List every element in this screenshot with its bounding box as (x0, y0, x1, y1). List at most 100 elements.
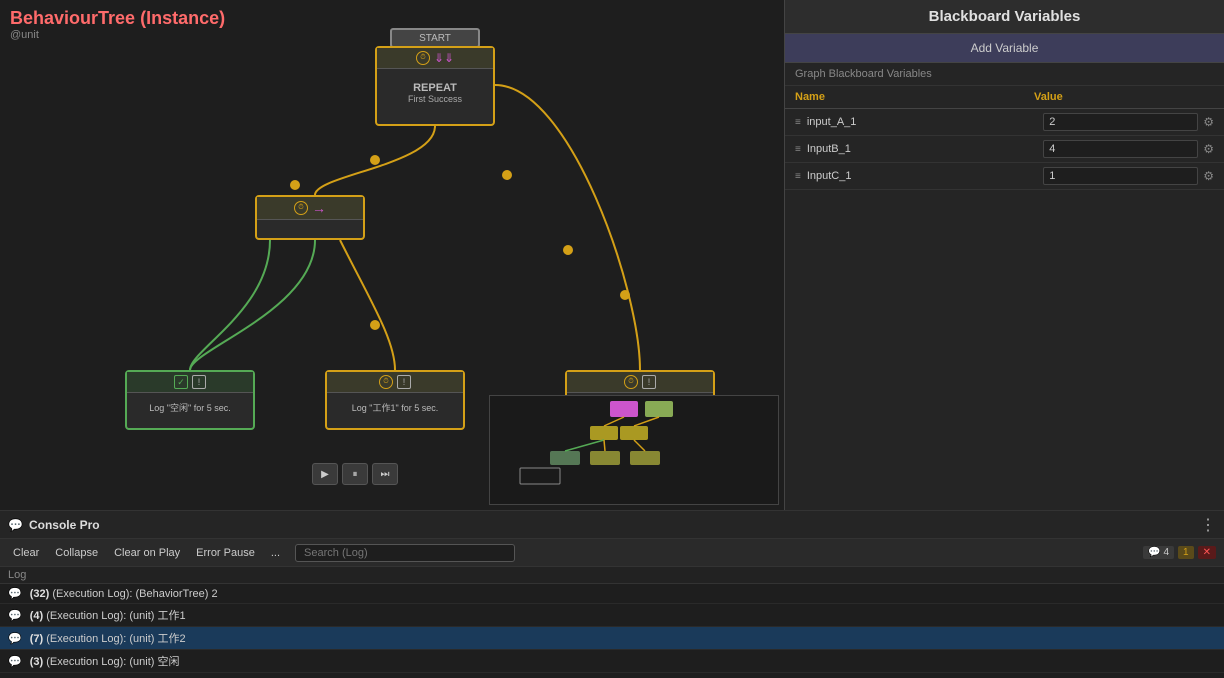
clock-icon-4: ⏱ (624, 375, 638, 389)
bb-title: Blackboard Variables (785, 0, 1224, 34)
node-repeat-body: REPEAT First Success (377, 69, 493, 117)
blackboard-panel: Blackboard Variables Add Variable Graph … (784, 0, 1224, 510)
title-subtitle: @unit (10, 29, 225, 41)
minimap[interactable] (489, 395, 779, 505)
console-row-count-0: (32) (30, 588, 50, 600)
title-main: BehaviourTree (10, 8, 135, 28)
console-search-input[interactable] (295, 544, 515, 562)
pause-button[interactable]: ⏸ (342, 463, 368, 485)
console-title: Console Pro (29, 518, 100, 532)
node-log2[interactable]: ⏱ ! Log "工作1" for 5 sec. (325, 370, 465, 430)
console-row-count-2: (7) (30, 633, 43, 645)
console-row-text-3: (3) (Execution Log): (unit) 空闲 (30, 653, 1216, 669)
console-row-count-1: (4) (30, 610, 43, 622)
bb-name-header: Name (795, 91, 1034, 103)
node-start-label: START (419, 33, 451, 44)
bb-gear-icon-0[interactable]: ⚙ (1203, 115, 1214, 129)
exclaim-icon: ! (192, 375, 206, 389)
console-row-msg-2: (Execution Log): (unit) 工作2 (46, 633, 185, 645)
console-badges: 💬 4 1 ✕ (1143, 546, 1216, 559)
console-row-0: 💬 (32) (Execution Log): (BehaviorTree) 2 (0, 584, 1224, 604)
exclaim-icon-2: ! (397, 375, 411, 389)
node-start[interactable]: START (390, 28, 480, 48)
clock-icon-3: ⏱ (379, 375, 393, 389)
node-repeat-sublabel: First Success (408, 94, 462, 104)
bb-var-value-2[interactable] (1043, 167, 1198, 185)
console-row-3: 💬 (3) (Execution Log): (unit) 空闲 (0, 650, 1224, 673)
bb-row-icon-1: ≡ (795, 144, 801, 155)
console-row-msg-0: (Execution Log): (BehaviorTree) 2 (52, 588, 217, 600)
node-log2-body: Log "工作1" for 5 sec. (327, 393, 463, 421)
console-log-header: Log (0, 567, 1224, 584)
exclaim-icon-3: ! (642, 375, 656, 389)
step-button[interactable]: ⏭ (372, 463, 398, 485)
node-repeat-header: ⏱ ⇓⇓ (377, 48, 493, 69)
console-menu-button[interactable]: ⋮ (1200, 515, 1216, 535)
node-repeat-label: REPEAT (413, 82, 457, 94)
bb-var-value-0[interactable] (1043, 113, 1198, 131)
error-pause-button[interactable]: Error Pause (191, 545, 260, 561)
clear-button[interactable]: Clear (8, 545, 44, 561)
node-log1[interactable]: ✓ ! Log "空闲" for 5 sec. (125, 370, 255, 430)
node-sequence-header: ⏱ → (257, 197, 363, 220)
console-row-2: 💬 (7) (Execution Log): (unit) 工作2 (0, 627, 1224, 650)
bb-table-header: Name Value (785, 86, 1224, 109)
bb-row-0: ≡ input_A_1 ⚙ (785, 109, 1224, 136)
console-row-icon-3: 💬 (8, 655, 22, 668)
console-icon: 💬 (8, 518, 23, 532)
node-repeat[interactable]: ⏱ ⇓⇓ REPEAT First Success (375, 46, 495, 126)
console-row-icon-0: 💬 (8, 587, 22, 600)
badge-msg: 💬 4 (1143, 546, 1174, 559)
console-row-text-0: (32) (Execution Log): (BehaviorTree) 2 (30, 588, 1216, 600)
console-rows: 💬 (32) (Execution Log): (BehaviorTree) 2… (0, 584, 1224, 678)
badge-msg-count: 4 (1163, 547, 1169, 558)
check-icon: ✓ (174, 375, 188, 389)
bb-var-value-1[interactable] (1043, 140, 1198, 158)
badge-error: ✕ (1198, 546, 1216, 559)
bb-var-name-0: input_A_1 (807, 116, 1043, 128)
add-variable-button[interactable]: Add Variable (785, 34, 1224, 63)
play-button[interactable]: ▶ (312, 463, 338, 485)
console-titlebar: 💬 Console Pro ⋮ (0, 511, 1224, 539)
collapse-button[interactable]: Collapse (50, 545, 103, 561)
clock-icon: ⏱ (416, 51, 430, 65)
bb-var-name-1: InputB_1 (807, 143, 1043, 155)
console-area: 💬 Console Pro ⋮ Clear Collapse Clear on … (0, 510, 1224, 678)
graph-title: BehaviourTree (Instance) (10, 8, 225, 29)
bb-row-icon-2: ≡ (795, 171, 801, 182)
node-log1-label: Log "空闲" for 5 sec. (149, 401, 230, 414)
console-row-count-3: (3) (30, 656, 43, 668)
clear-on-play-button[interactable]: Clear on Play (109, 545, 185, 561)
badge-msg-icon: 💬 (1148, 547, 1160, 558)
node-log1-header: ✓ ! (127, 372, 253, 393)
console-row-msg-1: (Execution Log): (unit) 工作1 (46, 610, 185, 622)
title-bar: BehaviourTree (Instance) @unit (10, 8, 225, 41)
node-log2-label: Log "工作1" for 5 sec. (352, 401, 438, 414)
console-row-icon-1: 💬 (8, 609, 22, 622)
more-button[interactable]: ... (266, 545, 285, 561)
clock-icon-2: ⏱ (294, 201, 308, 215)
node-log3-header: ⏱ ! (567, 372, 713, 393)
console-row-text-1: (4) (Execution Log): (unit) 工作1 (30, 607, 1216, 623)
bb-value-header: Value (1034, 91, 1214, 103)
node-log2-header: ⏱ ! (327, 372, 463, 393)
bb-gear-icon-1[interactable]: ⚙ (1203, 142, 1214, 156)
bb-row-2: ≡ InputC_1 ⚙ (785, 163, 1224, 190)
node-sequence[interactable]: ⏱ → (255, 195, 365, 240)
title-instance: (Instance) (140, 8, 225, 28)
bb-var-name-2: InputC_1 (807, 170, 1043, 182)
bb-row-1: ≡ InputB_1 ⚙ (785, 136, 1224, 163)
badge-warn: 1 (1178, 546, 1194, 559)
playback-controls: ▶ ⏸ ⏭ (312, 463, 398, 485)
arrow-right-icon: → (312, 200, 326, 216)
bb-gear-icon-2[interactable]: ⚙ (1203, 169, 1214, 183)
console-row-msg-3: (Execution Log): (unit) 空闲 (46, 656, 179, 668)
console-row-1: 💬 (4) (Execution Log): (unit) 工作1 (0, 604, 1224, 627)
node-log1-body: Log "空闲" for 5 sec. (127, 393, 253, 421)
console-row-icon-2: 💬 (8, 632, 22, 645)
graph-area[interactable]: BehaviourTree (Instance) @unit (0, 0, 784, 510)
console-toolbar: Clear Collapse Clear on Play Error Pause… (0, 539, 1224, 567)
bb-section-label: Graph Blackboard Variables (785, 63, 1224, 86)
down-arrows-icon: ⇓⇓ (434, 51, 454, 65)
bb-row-icon-0: ≡ (795, 117, 801, 128)
